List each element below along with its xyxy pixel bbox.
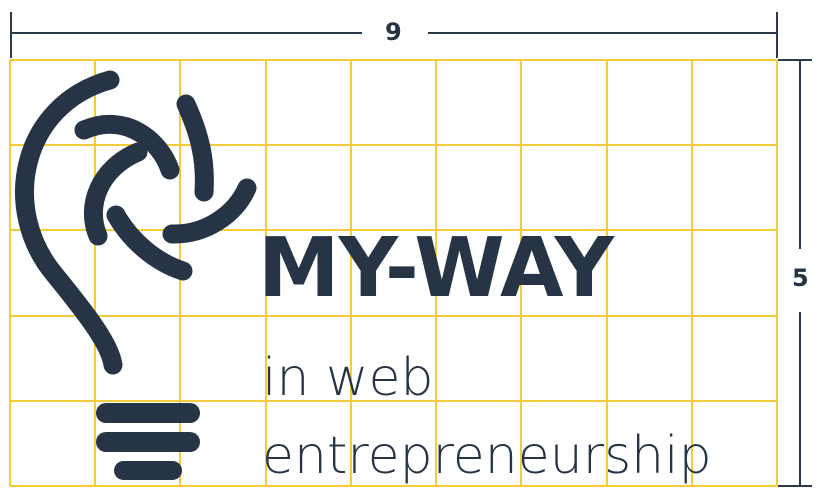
swirl-arc-right — [176, 94, 214, 202]
brand-subtitle-line-1: in web — [262, 348, 434, 408]
bulb-base-bar-1 — [96, 403, 200, 423]
bulb-base-bar-3 — [114, 461, 182, 480]
logo-construction-diagram: 9 5 MY-WAY in web entrepreneurship — [0, 0, 819, 500]
brand-subtitle-line-2: entrepreneurship — [262, 426, 712, 486]
bulb-base-bar-2 — [96, 432, 200, 452]
brand-title: MY-WAY — [258, 221, 614, 316]
